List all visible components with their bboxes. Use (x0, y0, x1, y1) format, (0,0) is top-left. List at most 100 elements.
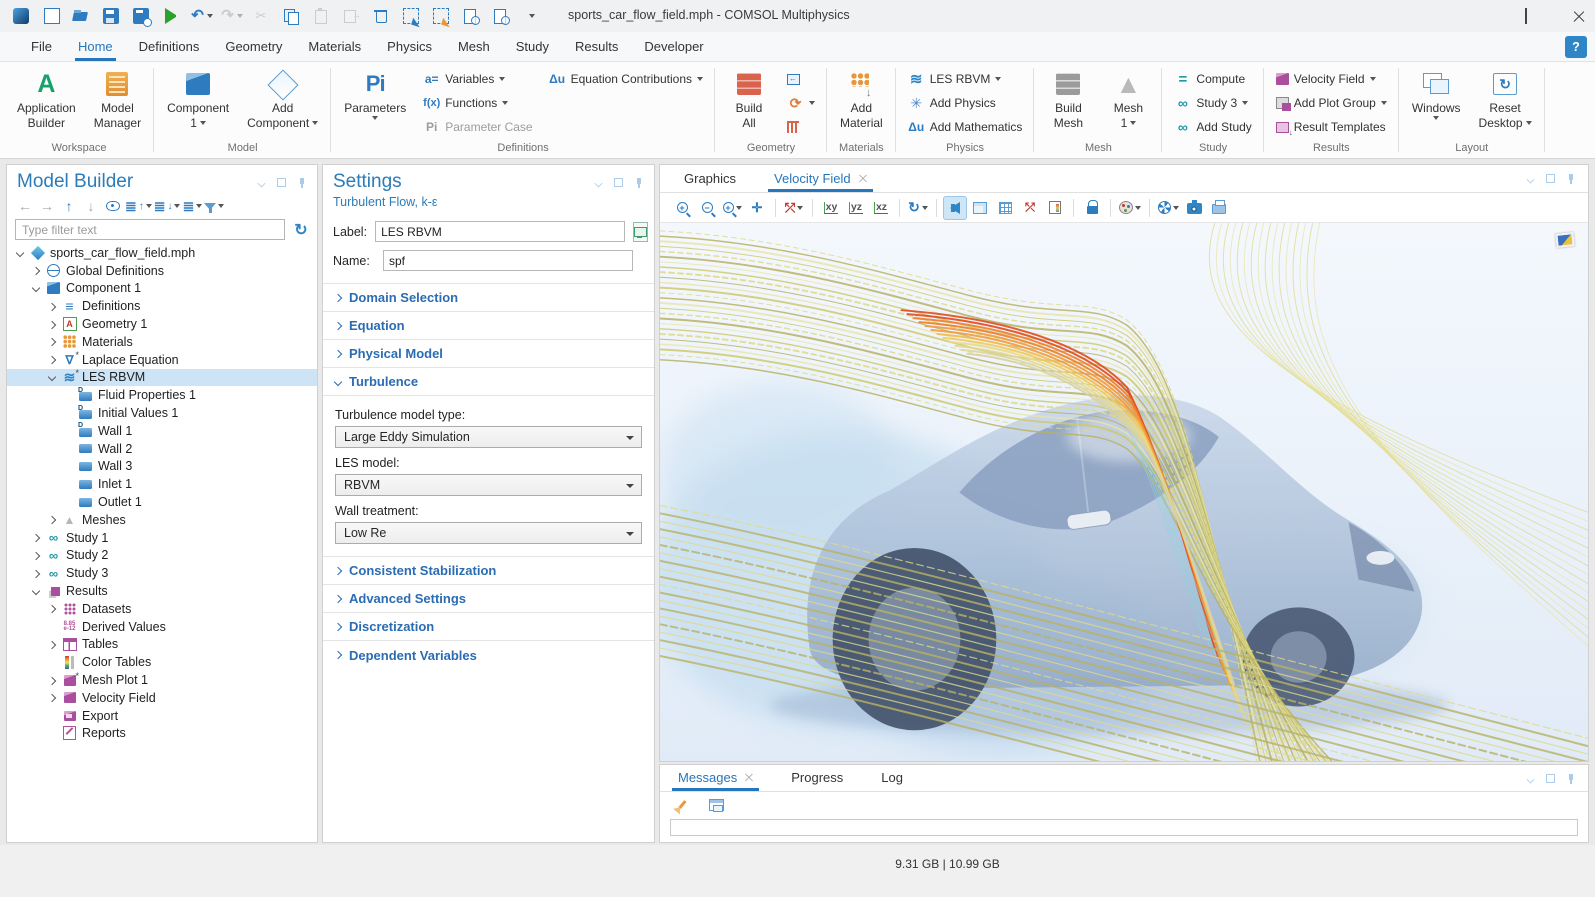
duplicate-button[interactable] (338, 4, 364, 28)
screenshot-button[interactable] (1182, 196, 1206, 220)
panel-pin-icon[interactable] (1565, 773, 1576, 784)
reset-desktop-button[interactable]: ↻ResetDesktop (1472, 66, 1539, 133)
model-tree-nodes-button[interactable]: ≣ (182, 196, 202, 216)
tree-item-fluid-properties-1[interactable]: Fluid Properties 1 (7, 386, 317, 404)
ribbon-tab-materials[interactable]: Materials (295, 32, 374, 61)
section-dependent-variables[interactable]: Dependent Variables (323, 641, 654, 669)
ribbon-tab-mesh[interactable]: Mesh (445, 32, 503, 61)
back-button[interactable]: ← (15, 196, 35, 216)
environment-button[interactable] (1117, 196, 1143, 220)
compute-button[interactable]: =Compute (1168, 67, 1257, 91)
messages-output[interactable] (670, 819, 1578, 836)
tree-item-meshes[interactable]: Meshes (7, 511, 317, 529)
tree-item-velocity-field[interactable]: Velocity Field (7, 689, 317, 707)
go-to-view-button[interactable]: ⤱ (782, 196, 806, 220)
windows-button[interactable]: Windows (1405, 66, 1468, 123)
move-down-button[interactable]: ↓ (81, 196, 101, 216)
add-study-button[interactable]: ∞Add Study (1168, 115, 1257, 139)
add-plot-group-button[interactable]: Add Plot Group (1270, 91, 1393, 115)
tree-item-derived-values[interactable]: Derived Values (7, 618, 317, 636)
panel-menu-icon[interactable] (1525, 173, 1536, 184)
tree-item-wall-3[interactable]: Wall 3 (7, 458, 317, 476)
show-axes-button[interactable]: ⤱ (1018, 196, 1042, 220)
tree-chevron-icon[interactable] (47, 321, 57, 328)
zoom-out-button[interactable]: − (695, 196, 719, 220)
tree-chevron-icon[interactable] (31, 570, 41, 577)
ribbon-tab-file[interactable]: File (18, 32, 65, 61)
ribbon-tab-study[interactable]: Study (503, 32, 562, 61)
panel-pin-icon[interactable] (296, 177, 307, 188)
undo-button[interactable] (188, 4, 214, 28)
section-advanced-settings[interactable]: Advanced Settings (323, 585, 654, 613)
grid-button[interactable] (993, 196, 1017, 220)
tree-item-component-1[interactable]: Component 1 (7, 280, 317, 298)
maximize-button[interactable] (1503, 0, 1549, 32)
tree-item-initial-values-1[interactable]: Initial Values 1 (7, 404, 317, 422)
add-material-button[interactable]: AddMaterial (833, 66, 890, 133)
insert-sequence-button[interactable] (781, 67, 821, 91)
expand-all-button[interactable]: ≣↓ (154, 196, 181, 216)
functions-button[interactable]: f(x)Functions (417, 91, 538, 115)
application-builder-button[interactable]: AApplicationBuilder (10, 66, 83, 133)
zoom-extents-button[interactable]: ✛ (745, 196, 769, 220)
rebuild-button[interactable]: ⟳ (781, 91, 821, 115)
transparency-button[interactable] (968, 196, 992, 220)
dropdown-turbulence-model-type-[interactable]: Large Eddy Simulation (335, 426, 642, 448)
save-file-button[interactable] (98, 4, 124, 28)
tree-item-study-3[interactable]: Study 3 (7, 564, 317, 582)
tree-chevron-icon[interactable] (31, 588, 41, 594)
add-physics-button[interactable]: ✳Add Physics (902, 91, 1029, 115)
forward-button[interactable]: → (37, 196, 57, 216)
tree-chevron-icon[interactable] (15, 250, 25, 256)
name-input[interactable] (383, 250, 633, 271)
panel-pin-icon[interactable] (1565, 173, 1576, 184)
delete-button[interactable] (368, 4, 394, 28)
tree-item-definitions[interactable]: Definitions (7, 297, 317, 315)
tree-item-outlet-1[interactable]: Outlet 1 (7, 493, 317, 511)
filter-button[interactable] (204, 196, 224, 216)
parameters-button[interactable]: PiParameters (337, 66, 413, 123)
move-up-button[interactable]: ↑ (59, 196, 79, 216)
tree-item-results[interactable]: Results (7, 582, 317, 600)
view-lock-button[interactable] (1080, 196, 1104, 220)
graphics-canvas[interactable] (660, 223, 1588, 761)
build-mesh-button[interactable]: BuildMesh (1040, 66, 1096, 133)
panel-float-icon[interactable] (1545, 773, 1556, 784)
variables-button[interactable]: a=Variables (417, 67, 538, 91)
panel-menu-icon[interactable] (593, 177, 604, 188)
tab-graphics[interactable]: Graphics (678, 165, 742, 192)
add-component-button[interactable]: AddComponent (240, 66, 325, 133)
tree-item-materials[interactable]: Materials (7, 333, 317, 351)
tree-chevron-icon[interactable] (47, 374, 57, 380)
tree-chevron-icon[interactable] (47, 516, 57, 523)
ribbon-tab-home[interactable]: Home (65, 32, 126, 61)
scene-capture-button[interactable] (1156, 196, 1181, 220)
tree-item-mesh-plot-1[interactable]: Mesh Plot 1 (7, 671, 317, 689)
study-3-button[interactable]: ∞Study 3 (1168, 91, 1257, 115)
section-physical-model[interactable]: Physical Model (323, 340, 654, 368)
paste-button[interactable] (308, 4, 334, 28)
select-box-button[interactable] (398, 4, 424, 28)
new-file-button[interactable] (38, 4, 64, 28)
work-plane-button[interactable] (781, 115, 821, 139)
settings-subtitle-link[interactable]: Turbulent Flow, k-ε (323, 195, 654, 217)
tree-item-wall-2[interactable]: Wall 2 (7, 440, 317, 458)
clear-messages-button[interactable] (672, 793, 696, 817)
close-tab-icon[interactable] (744, 773, 753, 782)
build-all-button[interactable]: BuildAll (721, 66, 777, 133)
minimize-button[interactable] (1457, 0, 1503, 32)
panel-float-icon[interactable] (276, 177, 287, 188)
tree-item-les-rbvm[interactable]: LES RBVM (7, 369, 317, 387)
tree-chevron-icon[interactable] (47, 356, 57, 363)
les-rbvm-button[interactable]: ≋LES RBVM (902, 67, 1029, 91)
tree-chevron-icon[interactable] (31, 285, 41, 291)
tree-chevron-icon[interactable] (47, 303, 57, 310)
tree-item-reports[interactable]: Reports (7, 725, 317, 743)
zoom-selected-button[interactable]: + (720, 196, 744, 220)
component-1-button[interactable]: Component1 (160, 66, 236, 133)
tab-progress[interactable]: Progress (785, 764, 849, 791)
dropdown-wall-treatment-[interactable]: Low Re (335, 522, 642, 544)
message-settings-button[interactable] (704, 793, 728, 817)
print-button[interactable] (1207, 196, 1231, 220)
velocity-field-button[interactable]: Velocity Field (1270, 67, 1393, 91)
